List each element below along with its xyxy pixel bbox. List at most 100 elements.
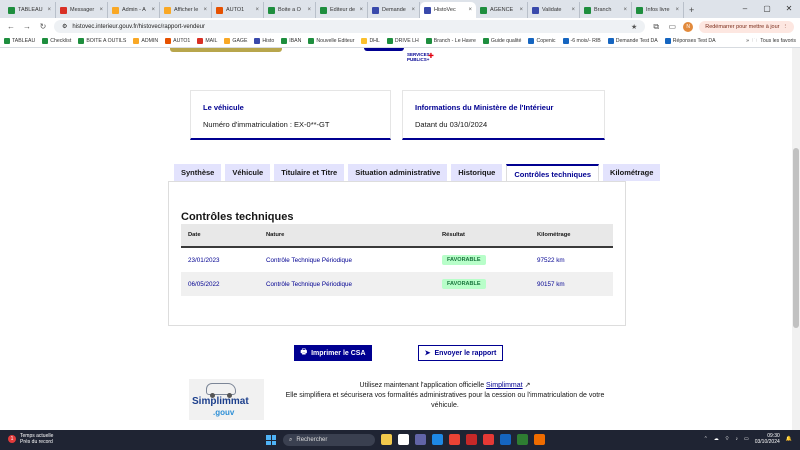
close-tab-icon[interactable]: × (411, 7, 415, 13)
send-report-button[interactable]: ➤ Envoyer le rapport (418, 345, 503, 361)
tab-3[interactable]: Situation administrative (348, 164, 448, 181)
taskbar-app-icon[interactable] (449, 434, 460, 445)
bookmark-item[interactable]: MAIL (197, 38, 217, 44)
taskbar-app-icon[interactable] (415, 434, 426, 445)
extensions-icon[interactable]: ⧉ (651, 22, 661, 32)
browser-tab[interactable]: AGENCE × (476, 2, 528, 18)
notification-icon[interactable]: 🔔 (786, 436, 792, 442)
tab-6[interactable]: Kilométrage (603, 164, 661, 181)
bookmark-item[interactable]: BOITE A OUTILS (78, 38, 126, 44)
tab-5[interactable]: Contrôles techniques (506, 164, 600, 182)
taskbar-app-icon[interactable] (517, 434, 528, 445)
taskbar-app-icon[interactable] (398, 434, 409, 445)
network-icon[interactable]: ⌔ (725, 436, 730, 442)
bookmark-item[interactable]: GAGE (224, 38, 247, 44)
site-info-icon[interactable]: ⚙ (62, 23, 67, 30)
browser-tab[interactable]: HistoVec × (420, 2, 476, 18)
page-scrollbar[interactable] (792, 48, 800, 430)
tab-2[interactable]: Titulaire et Titre (274, 164, 345, 181)
windows-start-icon[interactable] (266, 435, 276, 445)
bookmark-item[interactable]: Guide qualité (482, 38, 521, 44)
weather-widget[interactable]: 1 Temps actuelle Près du record (8, 433, 53, 445)
back-icon[interactable]: ← (6, 22, 16, 31)
forward-icon[interactable]: → (22, 22, 32, 31)
browser-tab[interactable]: Admin - A × (108, 2, 160, 18)
all-favorites-link[interactable]: Tous les favoris (760, 38, 796, 44)
browser-tab[interactable]: Afficher le × (160, 2, 212, 18)
bookmark-item[interactable]: Checklist (42, 38, 71, 44)
close-tab-icon[interactable]: × (468, 7, 472, 13)
taskbar-app-icon[interactable] (483, 434, 494, 445)
taskbar-app-icon[interactable] (500, 434, 511, 445)
browser-tab[interactable]: TABLEAU × (4, 2, 56, 18)
bookmark-favicon-icon (528, 38, 535, 44)
tab-1[interactable]: Véhicule (225, 164, 271, 181)
bookmark-item[interactable]: DHL (361, 38, 380, 44)
browser-tab[interactable]: Messager × (56, 2, 108, 18)
browser-tab[interactable]: Editeur de × (316, 2, 368, 18)
bookmarks-overflow-icon[interactable]: » (746, 38, 749, 44)
address-bar[interactable]: ⚙ histovec.interieur.gouv.fr/histovec/ra… (54, 20, 646, 33)
close-window-icon[interactable]: ✕ (778, 0, 800, 18)
close-tab-icon[interactable]: × (571, 7, 575, 13)
taskbar-app-icon[interactable] (381, 434, 392, 445)
simplimmat-logo[interactable]: Simplimmat .gouv (189, 379, 264, 420)
avatar[interactable]: N (683, 21, 694, 32)
bookmark-item[interactable]: TABLEAU (4, 38, 35, 44)
close-tab-icon[interactable]: × (203, 7, 207, 13)
column-date: Date (188, 232, 201, 238)
restart-update-button[interactable]: Redémarrer pour mettre à jour ⋮ (699, 20, 794, 33)
tab-title: TABLEAU (18, 7, 43, 13)
bookmark-item[interactable]: IBAN (281, 38, 301, 44)
bookmark-star-icon[interactable]: ★ (631, 23, 637, 31)
print-csa-button[interactable]: 🖶 Imprimer le CSA (294, 345, 372, 361)
close-tab-icon[interactable]: × (359, 7, 363, 13)
reload-icon[interactable]: ↻ (38, 22, 48, 31)
taskbar-app-icon[interactable] (432, 434, 443, 445)
tab-4[interactable]: Historique (451, 164, 503, 181)
close-tab-icon[interactable]: × (307, 7, 311, 13)
minimize-icon[interactable]: – (734, 0, 756, 18)
bookmark-item[interactable]: DRIVE LH (386, 38, 419, 44)
bookmark-item[interactable]: Branch - Le Havre (425, 38, 476, 44)
row-nature: Contrôle Technique Périodique (266, 256, 353, 264)
close-tab-icon[interactable]: × (151, 7, 155, 13)
bookmark-item[interactable]: -6 mois/- RIB (562, 38, 601, 44)
browser-tab[interactable]: Validate × (528, 2, 580, 18)
cloud-icon[interactable]: ☁ (714, 436, 719, 442)
new-tab-button[interactable]: + (684, 2, 699, 18)
battery-icon[interactable]: ▭ (744, 436, 749, 442)
taskbar-app-icon[interactable] (534, 434, 545, 445)
tab-favicon-icon (372, 6, 379, 14)
taskbar-search[interactable]: ⌕ Rechercher (283, 434, 375, 446)
browser-tab[interactable]: Infos livre × (632, 2, 684, 18)
bookmark-item[interactable]: Demande Test DA (607, 38, 658, 44)
volume-icon[interactable]: ♪ (736, 436, 739, 442)
taskbar-app-icon[interactable] (466, 434, 477, 445)
close-tab-icon[interactable]: × (675, 7, 679, 13)
chevron-up-icon[interactable]: ⌃ (704, 436, 708, 442)
browser-tab[interactable]: Demande × (368, 2, 420, 18)
close-tab-icon[interactable]: × (47, 7, 51, 13)
tab-0[interactable]: Synthèse (174, 164, 222, 181)
bookmark-item[interactable]: Copenic (528, 38, 556, 44)
close-tab-icon[interactable]: × (99, 7, 103, 13)
bookmark-item[interactable]: ADMIN (133, 38, 158, 44)
close-tab-icon[interactable]: × (255, 7, 259, 13)
close-tab-icon[interactable]: × (519, 7, 523, 13)
bookmark-item[interactable]: Nouvelle Editeur (308, 38, 354, 44)
simplimmat-link[interactable]: Simplimmat (486, 382, 523, 389)
services-publics-logo: SERVICES PUBLICS+ ✚ (360, 48, 440, 64)
browser-tab[interactable]: Branch × (580, 2, 632, 18)
bookmark-item[interactable]: Histo (254, 38, 274, 44)
bookmark-item[interactable]: Réponses Test DA (664, 38, 716, 44)
bookmark-item[interactable]: AUTO1 (165, 38, 190, 44)
sidebar-icon[interactable]: ▭ (667, 22, 677, 31)
browser-tab[interactable]: AUTO1 × (212, 2, 264, 18)
tab-title: Boite a O (278, 7, 301, 13)
browser-tab[interactable]: Boite a O × (264, 2, 316, 18)
tab-title: Admin - A (122, 7, 146, 13)
close-tab-icon[interactable]: × (623, 7, 627, 13)
maximize-icon[interactable]: ▢ (756, 0, 778, 18)
clock[interactable]: 09:30 03/10/2024 (755, 433, 780, 445)
